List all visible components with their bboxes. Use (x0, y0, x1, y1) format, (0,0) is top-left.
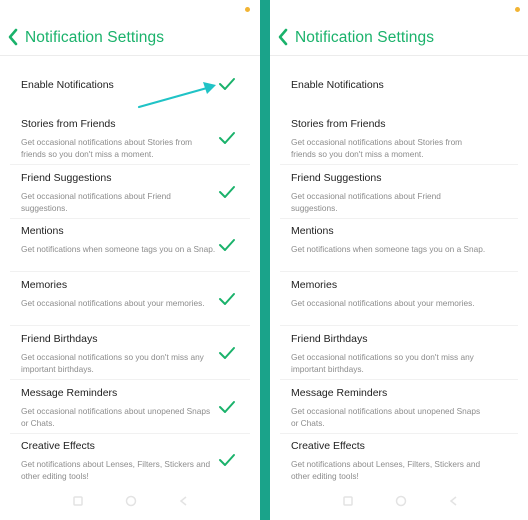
setting-description: Get notifications about Lenses, Filters,… (21, 459, 211, 482)
header: Notification Settings (270, 0, 528, 56)
setting-description: Get notifications about Lenses, Filters,… (291, 459, 481, 482)
setting-title: Mentions (291, 225, 334, 238)
row-separator (280, 378, 518, 380)
check-toggle[interactable] (218, 238, 236, 252)
check-toggle[interactable] (218, 400, 236, 414)
check-toggle[interactable] (218, 292, 236, 306)
setting-title: Friend Birthdays (21, 332, 98, 345)
enable-notifications-label: Enable Notifications (21, 79, 114, 91)
triangle-back-icon (179, 496, 187, 506)
row-separator (280, 432, 518, 434)
row-separator (280, 325, 518, 327)
enable-notifications-check[interactable] (218, 77, 236, 91)
setting-description: Get notifications when someone tags you … (291, 244, 486, 255)
checkmark-icon (219, 400, 235, 413)
setting-description: Get occasional notifications about your … (291, 298, 475, 309)
circle-home-nav-button[interactable] (395, 494, 407, 512)
checkmark-icon (219, 454, 235, 467)
setting-description: Get occasional notifications about unope… (21, 405, 211, 428)
setting-description: Get occasional notifications about Frien… (291, 190, 441, 213)
setting-description: Get occasional notifications so you don'… (291, 351, 474, 374)
circle-home-nav-button[interactable] (125, 494, 137, 512)
circle-home-icon (395, 495, 407, 507)
row-separator (10, 325, 250, 327)
back-button[interactable] (6, 27, 22, 47)
triangle-back-nav-button[interactable] (448, 494, 460, 512)
screen-notifications-disabled: Notification Settings Enable Notificatio… (270, 0, 528, 520)
row-separator (280, 217, 518, 219)
setting-title: Memories (21, 279, 68, 292)
checkmark-icon (219, 346, 235, 359)
setting-description: Get occasional notifications about unope… (291, 405, 481, 428)
checkmark-icon (219, 293, 235, 306)
square-icon (343, 496, 353, 506)
setting-title: Stories from Friends (21, 118, 116, 130)
setting-title: Message Reminders (21, 386, 118, 399)
divider-bar (260, 0, 270, 520)
setting-title: Friend Birthdays (291, 332, 368, 345)
chevron-left-icon (278, 28, 288, 46)
setting-title: Stories from Friends (291, 118, 386, 130)
setting-description: Get occasional notifications about your … (21, 298, 205, 309)
setting-description: Get occasional notifications about Stori… (291, 137, 463, 159)
row-separator (280, 271, 518, 273)
row-separator (10, 164, 250, 165)
triangle-back-icon (449, 496, 457, 506)
row-separator (10, 378, 250, 380)
setting-title: Friend Suggestions (21, 171, 112, 184)
page-title: Notification Settings (295, 29, 435, 46)
page-title: Notification Settings (25, 29, 165, 46)
setting-title: Friend Suggestions (291, 171, 382, 184)
setting-title: Creative Effects (291, 440, 365, 453)
header: Notification Settings (0, 0, 260, 56)
checkmark-icon (219, 185, 235, 198)
row-separator (10, 432, 250, 434)
chevron-left-icon (8, 28, 18, 46)
system-nav-bar (270, 494, 528, 520)
setting-title: Creative Effects (21, 440, 95, 453)
setting-description: Get occasional notifications so you don'… (21, 351, 204, 374)
back-button[interactable] (276, 27, 292, 47)
square-nav-button[interactable] (342, 494, 354, 512)
setting-description: Get occasional notifications about Frien… (21, 190, 171, 213)
check-toggle[interactable] (218, 185, 236, 199)
square-icon (73, 496, 83, 506)
setting-title: Memories (291, 279, 338, 292)
system-nav-bar (0, 494, 260, 520)
checkmark-icon (219, 78, 235, 90)
row-separator (280, 164, 518, 165)
checkmark-icon (219, 239, 235, 252)
checkmark-icon (219, 132, 235, 144)
triangle-back-nav-button[interactable] (178, 494, 190, 512)
setting-description: Get occasional notifications about Stori… (21, 137, 193, 159)
setting-title: Mentions (21, 225, 64, 238)
screen-notifications-enabled: Notification Settings Enable Notificatio… (0, 0, 260, 520)
check-toggle[interactable] (218, 346, 236, 360)
row-separator (10, 217, 250, 219)
circle-home-icon (125, 495, 137, 507)
setting-description: Get notifications when someone tags you … (21, 244, 216, 255)
enable-notifications-label: Enable Notifications (291, 79, 384, 91)
setting-title: Message Reminders (291, 386, 388, 399)
check-toggle[interactable] (218, 131, 236, 145)
square-nav-button[interactable] (72, 494, 84, 512)
row-separator (10, 271, 250, 273)
check-toggle[interactable] (218, 453, 236, 467)
